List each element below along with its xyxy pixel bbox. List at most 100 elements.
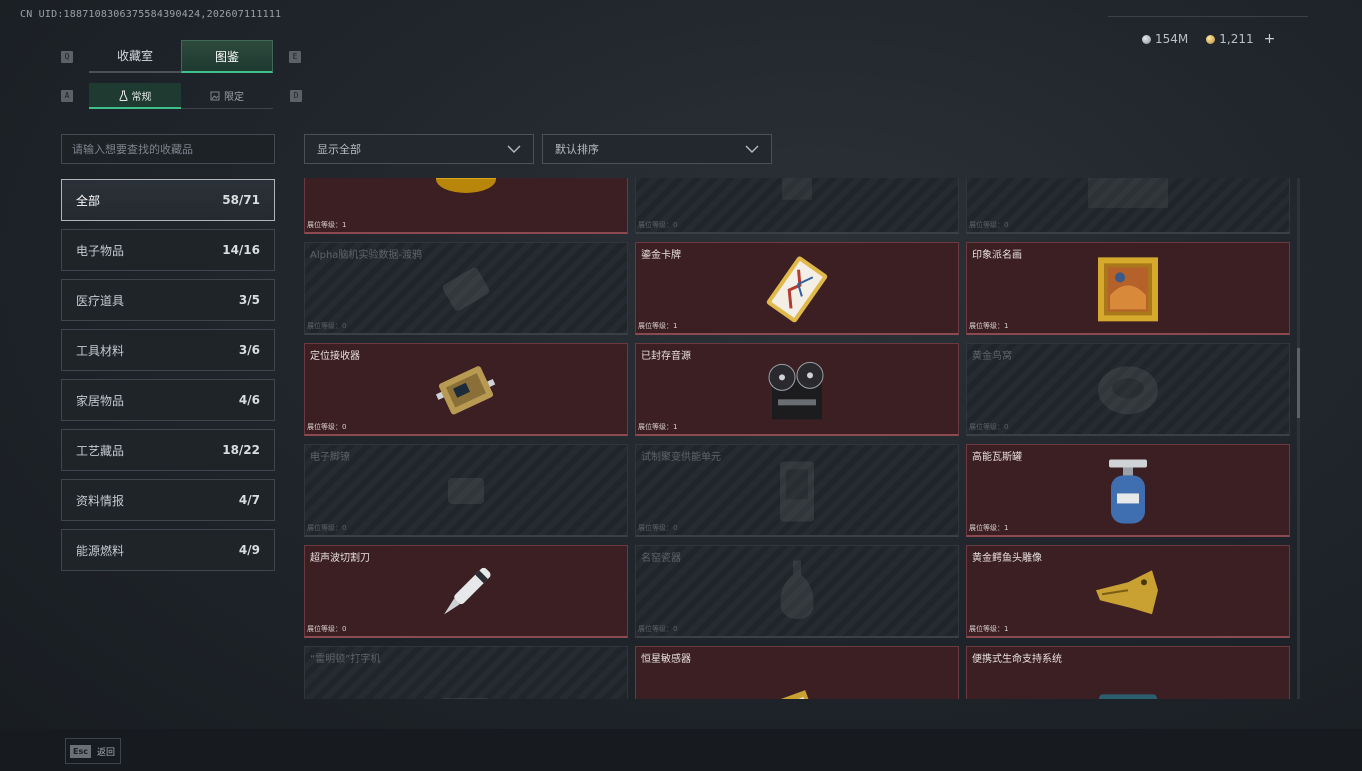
category-list: 全部 58/71 电子物品 14/16 医疗道具 3/5 工具材料 3/6 家居物品 4/… <box>61 179 275 579</box>
category-label: 全部 <box>76 193 101 208</box>
top-divider <box>1108 16 1308 17</box>
ultrasonic-cutter-icon <box>444 567 491 615</box>
silver-currency: 154M <box>1142 32 1188 46</box>
item-level: 展位等级：1 <box>969 322 1009 330</box>
data-drive-icon <box>442 267 490 311</box>
category-label: 家居物品 <box>76 393 125 408</box>
silver-amount: 154M <box>1155 32 1189 46</box>
tab-codex[interactable]: 图鉴 <box>181 40 273 73</box>
category-count: 3/5 <box>238 293 260 307</box>
item-level: 展位等级：0 <box>307 625 347 633</box>
silver-coin-icon <box>1142 34 1151 44</box>
gold-crocodile-icon <box>1096 570 1158 615</box>
category-electronics[interactable]: 电子物品 14/16 <box>61 229 275 271</box>
category-crafts[interactable]: 工艺藏品 18/22 <box>61 429 275 471</box>
item-grid-viewport: 展位等级：1 展位等级：0 展位等级：0 Alpha脑机实验数据-渡鸦 展位等级… <box>304 178 1291 699</box>
item-card[interactable]: Alpha脑机实验数据-渡鸦 展位等级：0 <box>304 242 628 335</box>
item-level: 展位等级：0 <box>969 423 1009 431</box>
item-card[interactable]: 已封存音源 展位等级：1 <box>635 343 959 436</box>
item-card[interactable]: 黄金鳄鱼头雕像 展位等级：1 <box>966 545 1290 638</box>
search-input[interactable]: 请输入想要查找的收藏品 <box>61 134 275 164</box>
reel-recorder-icon <box>768 361 824 420</box>
gas-canister-icon <box>1109 459 1147 524</box>
gilded-card-icon <box>766 256 828 323</box>
category-label: 资料情报 <box>76 493 125 508</box>
item-card[interactable]: 鎏金卡牌 展位等级：1 <box>635 242 959 335</box>
category-count: 4/6 <box>238 393 260 407</box>
key-hint-a: A <box>61 90 73 102</box>
item-grid: 展位等级：1 展位等级：0 展位等级：0 Alpha脑机实验数据-渡鸦 展位等级… <box>304 178 1290 699</box>
item-card[interactable]: 名窑瓷器 展位等级：0 <box>635 545 959 638</box>
search-placeholder: 请输入想要查找的收藏品 <box>72 143 193 156</box>
category-count: 4/7 <box>238 493 260 507</box>
item-card[interactable]: 展位等级：0 <box>635 178 959 234</box>
item-name: 定位接收器 <box>310 351 360 362</box>
category-label: 能源燃料 <box>76 543 125 558</box>
subtab-regular[interactable]: 常规 <box>89 83 181 109</box>
key-hint-q: Q <box>61 51 73 63</box>
category-all[interactable]: 全部 58/71 <box>61 179 275 221</box>
framed-painting-icon <box>1098 257 1158 322</box>
item-card[interactable]: “雷明顿”打字机 <box>304 646 628 699</box>
item-card[interactable]: 展位等级：0 <box>966 178 1290 234</box>
category-count: 14/16 <box>222 243 260 257</box>
gold-amount: 1,211 <box>1219 32 1254 46</box>
item-name: 鎏金卡牌 <box>641 250 681 261</box>
item-level: 展位等级：0 <box>307 322 347 330</box>
item-card[interactable]: 便携式生命支持系统 <box>966 646 1290 699</box>
item-level: 展位等级：1 <box>969 524 1009 532</box>
grid-scrollbar[interactable] <box>1297 178 1300 699</box>
category-tools[interactable]: 工具材料 3/6 <box>61 329 275 371</box>
item-name: “雷明顿”打字机 <box>310 654 381 665</box>
item-level: 展位等级：0 <box>969 221 1009 229</box>
sort-dropdown[interactable]: 默认排序 <box>542 134 772 164</box>
back-button[interactable]: Esc 返回 <box>65 738 121 764</box>
currency-bar: 154M 1,211 + <box>1108 28 1308 50</box>
item-card[interactable]: 展位等级：1 <box>304 178 628 234</box>
uid-text: CN UID:1887108306375584390424,2026071111… <box>20 9 282 20</box>
category-count: 18/22 <box>222 443 260 457</box>
tab-collection-room[interactable]: 收藏室 <box>89 40 181 73</box>
item-level: 展位等级：0 <box>638 221 678 229</box>
scrollbar-thumb[interactable] <box>1297 348 1300 418</box>
key-hint-d: D <box>290 90 302 102</box>
item-card[interactable]: 黄金鸟窝 展位等级：0 <box>966 343 1290 436</box>
item-level: 展位等级：0 <box>307 423 347 431</box>
chevron-down-icon <box>745 145 759 153</box>
item-level: 展位等级：0 <box>307 524 347 532</box>
main-tabs: 收藏室 图鉴 <box>89 40 273 73</box>
caviar-tin-icon <box>436 178 496 193</box>
subtab-regular-label: 常规 <box>131 91 152 103</box>
item-level: 展位等级：1 <box>638 423 678 431</box>
category-count: 4/9 <box>238 543 260 557</box>
key-hint-e: E <box>289 51 301 63</box>
star-sensor-icon <box>775 690 817 699</box>
category-intel[interactable]: 资料情报 4/7 <box>61 479 275 521</box>
item-card[interactable]: 恒星敏感器 <box>635 646 959 699</box>
item-card[interactable]: 定位接收器 展位等级：0 <box>304 343 628 436</box>
category-label: 医疗道具 <box>76 293 125 308</box>
receiver-icon <box>435 366 496 415</box>
chevron-down-icon <box>507 145 521 153</box>
add-currency-button[interactable]: + <box>1264 31 1276 47</box>
item-level: 展位等级：1 <box>307 221 347 229</box>
item-name: 已封存音源 <box>641 351 691 362</box>
image-frame-icon <box>210 91 220 100</box>
category-medical[interactable]: 医疗道具 3/5 <box>61 279 275 321</box>
item-level: 展位等级：1 <box>969 625 1009 633</box>
subtab-limited[interactable]: 限定 <box>181 83 273 109</box>
life-support-icon <box>1099 694 1157 699</box>
category-label: 工艺藏品 <box>76 443 125 458</box>
flask-icon <box>118 90 128 101</box>
item-card[interactable]: 高能瓦斯罐 展位等级：1 <box>966 444 1290 537</box>
filter-dropdown[interactable]: 显示全部 <box>304 134 534 164</box>
item-card[interactable]: 超声波切割刀 展位等级：0 <box>304 545 628 638</box>
item-card[interactable]: 印象派名画 展位等级：1 <box>966 242 1290 335</box>
item-card[interactable]: 电子脚镣 展位等级：0 <box>304 444 628 537</box>
category-energy[interactable]: 能源燃料 4/9 <box>61 529 275 571</box>
item-name: 印象派名画 <box>972 250 1022 261</box>
category-household[interactable]: 家居物品 4/6 <box>61 379 275 421</box>
item-card[interactable]: 试制聚变供能单元 展位等级：0 <box>635 444 959 537</box>
item-name: 电子脚镣 <box>310 452 350 463</box>
category-label: 电子物品 <box>76 243 125 258</box>
